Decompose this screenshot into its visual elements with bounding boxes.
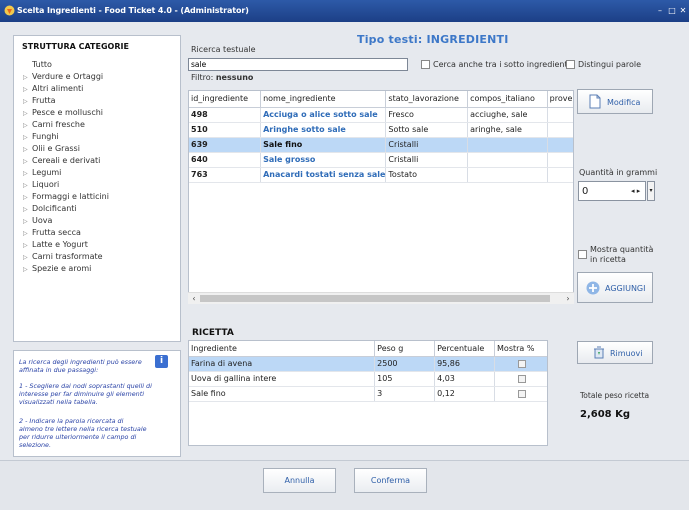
- plus-icon: [586, 281, 600, 295]
- scrollbar-thumb[interactable]: [200, 295, 550, 302]
- maximize-icon[interactable]: □: [667, 6, 677, 15]
- recipe-title: RICETTA: [192, 328, 234, 338]
- category-panel: STRUTTURA CATEGORIE Tutto ▷ Verdure e Ort…: [13, 35, 181, 342]
- ingredients-table: id_ingrediente nome_ingrediente stato_la…: [188, 90, 574, 304]
- scroll-right-icon[interactable]: ›: [563, 293, 573, 304]
- category-item[interactable]: ▷ Olii e Grassi: [23, 143, 179, 155]
- conferma-button[interactable]: Conferma: [354, 468, 427, 493]
- category-item[interactable]: ▷ Formaggi e latticini: [23, 191, 179, 203]
- column-header[interactable]: nome_ingrediente: [260, 91, 387, 108]
- recycle-bin-icon: [594, 346, 604, 359]
- info-step-2: 2 - Indicare la parola ricercata di alme…: [19, 417, 147, 449]
- aggiungi-button[interactable]: AGGIUNGI: [577, 272, 653, 303]
- minimize-icon[interactable]: –: [655, 6, 665, 15]
- expand-icon[interactable]: ▷: [23, 264, 32, 276]
- category-item[interactable]: ▷ Frutta: [23, 95, 179, 107]
- table-row[interactable]: Uova di gallina intere 105 4,03: [189, 371, 547, 387]
- info-step-1: 1 - Scegliere dai nodi soprastanti quell…: [19, 382, 152, 406]
- category-header: STRUTTURA CATEGORIE: [22, 42, 129, 51]
- search-subingredients-checkbox[interactable]: [421, 60, 430, 69]
- total-label: Totale peso ricetta: [580, 391, 650, 400]
- table-row[interactable]: 510 Aringhe sotto sale Sotto sale aringh…: [189, 122, 573, 138]
- quantity-stepper[interactable]: 0 ◂ ▸: [578, 181, 646, 201]
- column-header[interactable]: Percentuale: [434, 341, 496, 357]
- page-title: Tipo testi: INGREDIENTI: [357, 33, 509, 46]
- category-item[interactable]: ▷ Legumi: [23, 167, 179, 179]
- category-item[interactable]: ▷ Liquori: [23, 179, 179, 191]
- show-percent-checkbox[interactable]: [518, 374, 527, 383]
- column-header[interactable]: Mostra %: [494, 341, 547, 357]
- table-row[interactable]: 640 Sale grosso Cristalli: [189, 152, 573, 168]
- category-item[interactable]: ▷ Carni trasformate: [23, 251, 179, 263]
- modifica-button[interactable]: Modifica: [577, 89, 653, 114]
- table-row[interactable]: 763 Anacardi tostati senza sale Tostato: [189, 167, 573, 183]
- distinguish-words-label: Distingui parole: [578, 60, 642, 69]
- show-percent-checkbox[interactable]: [518, 389, 527, 398]
- table-row-selected[interactable]: 639 Sale fino Cristalli: [189, 137, 573, 153]
- stepper-arrows-icon[interactable]: ◂ ▸: [631, 187, 640, 195]
- column-header[interactable]: Ingrediente: [189, 341, 376, 357]
- recipe-table: Ingrediente Peso g Percentuale Mostra % …: [188, 340, 548, 446]
- distinguish-words-checkbox[interactable]: [566, 60, 575, 69]
- search-label: Ricerca testuale: [191, 45, 256, 54]
- category-item[interactable]: ▷ Uova: [23, 215, 179, 227]
- column-header[interactable]: id_ingrediente: [189, 91, 262, 108]
- horizontal-scrollbar[interactable]: ‹ ›: [188, 292, 574, 304]
- table-row-selected[interactable]: Farina di avena 2500 95,86: [189, 356, 547, 372]
- total-value: 2,608 Kg: [580, 409, 631, 420]
- category-item[interactable]: ▷ Carni fresche: [23, 119, 179, 131]
- column-header[interactable]: Peso g: [374, 341, 436, 357]
- search-input[interactable]: [188, 58, 408, 71]
- category-item-tutto[interactable]: Tutto: [23, 59, 179, 71]
- window: Scelta Ingredienti - Food Ticket 4.0 - (…: [0, 0, 689, 510]
- qty-label: Quantità in grammi: [579, 168, 658, 177]
- column-header[interactable]: compos_italiano: [467, 91, 548, 108]
- category-item[interactable]: ▷ Pesce e molluschi: [23, 107, 179, 119]
- scroll-left-icon[interactable]: ‹: [189, 293, 199, 304]
- category-item[interactable]: ▷ Funghi: [23, 131, 179, 143]
- app-icon: [4, 5, 15, 16]
- category-item[interactable]: ▷ Cereali e derivati: [23, 155, 179, 167]
- info-icon: i: [155, 355, 168, 368]
- category-item[interactable]: ▷ Verdure e Ortaggi: [23, 71, 179, 83]
- info-box: i La ricerca degli ingredienti può esser…: [13, 350, 181, 457]
- chevron-down-icon[interactable]: ▾: [647, 181, 655, 201]
- column-header[interactable]: stato_lavorazione: [385, 91, 469, 108]
- annulla-button[interactable]: Annulla: [263, 468, 336, 493]
- category-item[interactable]: ▷ Latte e Yogurt: [23, 239, 179, 251]
- rimuovi-button[interactable]: Rimuovi: [577, 341, 653, 364]
- category-item[interactable]: ▷ Dolcificanti: [23, 203, 179, 215]
- filter-label: Filtro: nessuno: [191, 73, 254, 82]
- category-tree: Tutto ▷ Verdure e Ortaggi ▷ Altri alimenti…: [23, 59, 179, 275]
- category-item[interactable]: ▷ Altri alimenti: [23, 83, 179, 95]
- close-icon[interactable]: ✕: [678, 6, 688, 15]
- show-quantity-checkbox[interactable]: [578, 250, 587, 259]
- show-quantity-label: Mostra quantità in ricetta: [590, 245, 654, 264]
- title-bar[interactable]: Scelta Ingredienti - Food Ticket 4.0 - (…: [0, 0, 689, 22]
- table-row[interactable]: Sale fino 3 0,12: [189, 386, 547, 402]
- show-percent-checkbox[interactable]: [518, 359, 527, 368]
- footer-bar: Annulla Conferma: [0, 460, 689, 510]
- search-subingredients-label: Cerca anche tra i sotto ingredienti: [433, 60, 570, 69]
- category-item[interactable]: ▷ Frutta secca: [23, 227, 179, 239]
- column-header[interactable]: provenie: [547, 91, 573, 108]
- window-title: Scelta Ingredienti - Food Ticket 4.0 - (…: [17, 6, 249, 15]
- table-row[interactable]: 498 Acciuga o alice sotto sale Fresco ac…: [189, 107, 573, 123]
- document-edit-icon: [589, 94, 601, 109]
- info-text: La ricerca degli ingredienti può essere …: [19, 358, 142, 374]
- category-item[interactable]: ▷ Spezie e aromi: [23, 263, 179, 275]
